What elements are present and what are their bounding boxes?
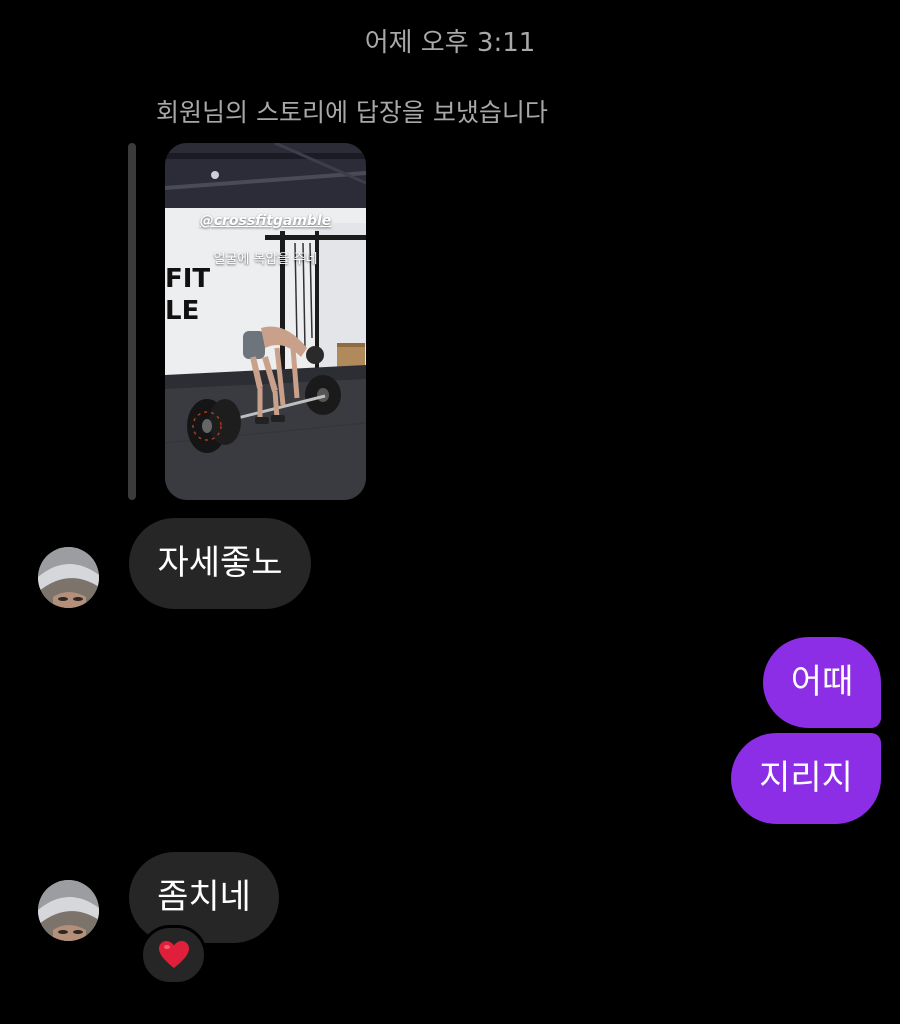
sender-avatar[interactable] <box>38 880 99 941</box>
message-bubble-incoming[interactable]: 자세좋노 <box>129 518 311 609</box>
story-preview-card[interactable]: FIT LE @crossfitgamble 얼굴에 복압을 주네 <box>165 143 366 500</box>
message-bubble-incoming[interactable]: 좀치네 <box>129 852 279 943</box>
message-text: 지리지 <box>759 758 853 798</box>
story-reply-note: 회원님의 스토리에 답장을 보냈습니다 <box>156 98 548 127</box>
message-reaction[interactable] <box>140 925 207 985</box>
message-bubble-outgoing[interactable]: 어때 <box>763 637 881 728</box>
message-text: 좀치네 <box>157 877 251 917</box>
message-bubble-outgoing[interactable]: 지리지 <box>731 733 881 824</box>
reply-quote-bar <box>128 143 136 500</box>
message-text: 자세좋노 <box>157 543 283 583</box>
story-caption: 얼굴에 복압을 주네 <box>213 252 318 267</box>
message-text: 어때 <box>790 662 854 702</box>
thread-timestamp: 어제 오후 3:11 <box>364 28 536 58</box>
story-author-handle[interactable]: @crossfitgamble <box>165 213 366 229</box>
story-gym-photo: FIT LE <box>165 143 366 500</box>
sender-avatar[interactable] <box>38 547 99 608</box>
svg-text:LE: LE <box>165 296 199 326</box>
svg-text:FIT: FIT <box>165 264 210 294</box>
heart-icon <box>158 941 189 968</box>
